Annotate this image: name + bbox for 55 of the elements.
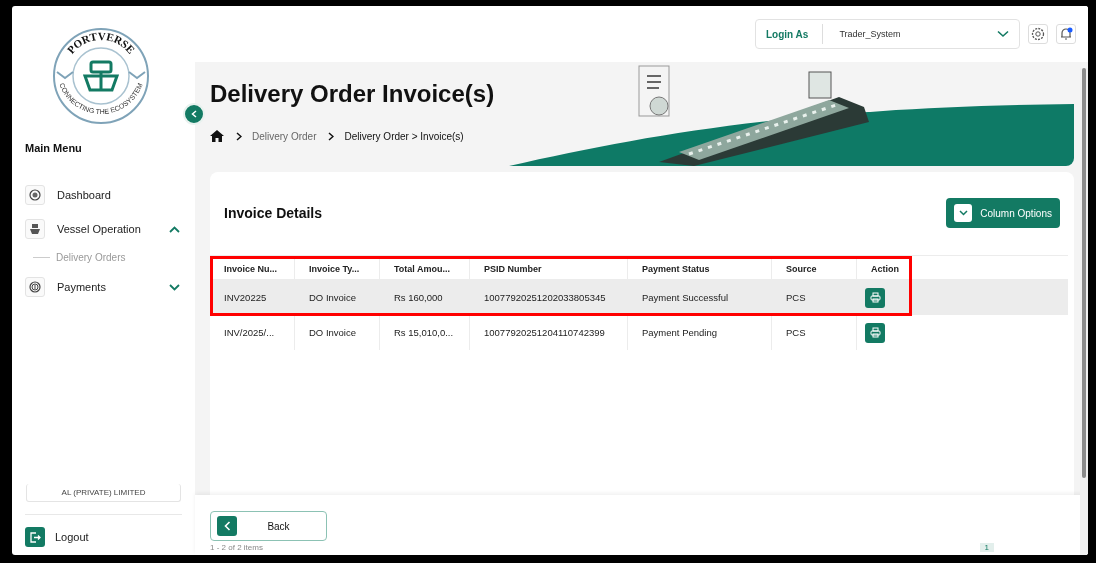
column-header: Invoice Nu...	[210, 256, 295, 279]
page-number-button[interactable]: 1	[979, 543, 994, 552]
back-button[interactable]: Back	[210, 511, 327, 541]
column-header: Payment Status	[628, 256, 772, 279]
menu-item[interactable]: Dashboard	[25, 178, 182, 212]
target-icon	[25, 185, 45, 205]
menu-heading: Main Menu	[25, 142, 83, 154]
chevron-down-icon	[997, 30, 1009, 38]
table-cell: Payment Pending	[628, 315, 772, 350]
table-cell: DO Invoice	[295, 280, 380, 315]
print-button[interactable]	[865, 287, 885, 308]
table-row[interactable]: INV/2025/... DO Invoice Rs 15,010,0... 10077920251204110742399 Payment Pending PCS	[210, 315, 1068, 350]
gear-icon	[1031, 27, 1045, 41]
home-icon[interactable]	[210, 130, 224, 142]
printer-icon	[869, 327, 881, 338]
column-header: Action	[870, 263, 900, 276]
coin-icon	[25, 277, 45, 297]
logout-button[interactable]: Logout	[25, 514, 182, 547]
table-cell: 10077920251202033805345	[470, 280, 628, 315]
table-cell: INV20225	[210, 280, 295, 315]
settings-button[interactable]	[1028, 24, 1048, 44]
column-header: Total Amou...	[380, 256, 470, 279]
breadcrumb-link[interactable]: Delivery Order	[252, 130, 317, 142]
breadcrumb-link[interactable]: Delivery Order > Invoice(s)	[344, 130, 464, 142]
page-title: Delivery Order Invoice(s)	[210, 80, 495, 108]
company-name: AL (PRIVATE) LIMITED	[26, 484, 181, 502]
collapse-sidebar-button[interactable]	[183, 103, 205, 125]
column-options-button[interactable]: Column Options	[946, 198, 1060, 228]
table-cell: Payment Successful	[628, 280, 772, 315]
ship-icon	[25, 219, 45, 239]
printer-icon	[869, 292, 881, 303]
table-row[interactable]: INV20225 DO Invoice Rs 160,000 10077920251202033805345 Payment Successful PCS	[210, 280, 1068, 315]
table-cell: 10077920251204110742399	[470, 315, 628, 350]
chevron-right-icon	[328, 131, 335, 141]
print-button[interactable]	[865, 322, 885, 343]
chevron-left-icon	[217, 516, 237, 536]
chevron-down-icon	[954, 204, 973, 222]
login-as-dropdown[interactable]: Login As Trader_System	[755, 19, 1020, 49]
menu-item[interactable]: Payments	[25, 270, 182, 304]
column-header: PSID Number	[470, 256, 628, 279]
chevron-right-icon	[236, 131, 242, 141]
scrollbar-thumb[interactable]	[1082, 68, 1086, 478]
pagination-summary: 1 - 2 of 2 items	[210, 543, 263, 552]
table-cell: PCS	[772, 280, 857, 315]
chevron-left-icon	[191, 110, 197, 118]
table-cell: Rs 15,010,0...	[380, 315, 470, 350]
table-cell: PCS	[772, 315, 857, 350]
card-title: Invoice Details	[224, 205, 323, 221]
column-header: Source	[772, 256, 857, 279]
column-header: Invoice Ty...	[295, 256, 380, 279]
table-cell: DO Invoice	[295, 315, 380, 350]
menu-item[interactable]: Vessel Operation	[25, 212, 182, 246]
logout-icon	[25, 527, 45, 547]
table-cell: INV/2025/...	[210, 315, 295, 350]
table-cell: Rs 160,000	[380, 280, 470, 315]
